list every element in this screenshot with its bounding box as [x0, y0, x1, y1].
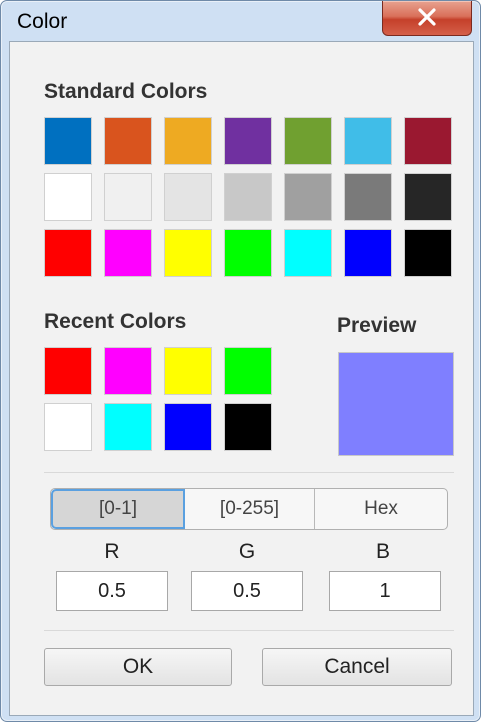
standard-color-swatch[interactable] — [284, 117, 332, 165]
standard-color-swatch[interactable] — [224, 173, 272, 221]
title-bar[interactable]: Color — [1, 1, 480, 41]
blue-label: B — [375, 540, 390, 563]
recent-color-swatch[interactable] — [44, 403, 92, 451]
red-input[interactable] — [56, 571, 168, 611]
standard-color-swatch[interactable] — [404, 173, 452, 221]
red-label: R — [104, 540, 120, 563]
standard-color-swatch[interactable] — [44, 173, 92, 221]
standard-color-swatch[interactable] — [344, 117, 392, 165]
recent-color-swatch[interactable] — [104, 403, 152, 451]
standard-color-swatch[interactable] — [164, 229, 212, 277]
standard-color-swatch[interactable] — [104, 229, 152, 277]
standard-color-swatch[interactable] — [284, 173, 332, 221]
divider — [44, 630, 454, 631]
divider — [44, 472, 454, 473]
standard-colors-title: Standard Colors — [44, 80, 208, 103]
color-dialog: Color Standard Colors Recent Colors Prev… — [0, 0, 481, 722]
close-icon — [418, 8, 436, 26]
standard-color-swatch[interactable] — [164, 117, 212, 165]
standard-color-swatch[interactable] — [104, 173, 152, 221]
green-input[interactable] — [191, 571, 303, 611]
ok-button[interactable]: OK — [44, 648, 232, 686]
dialog-body: Standard Colors Recent Colors Preview [0… — [9, 41, 474, 716]
recent-color-swatch[interactable] — [164, 347, 212, 395]
cancel-button[interactable]: Cancel — [262, 648, 452, 686]
recent-color-swatch[interactable] — [224, 403, 272, 451]
standard-color-swatch[interactable] — [224, 117, 272, 165]
green-label: G — [238, 540, 256, 563]
window-title: Color — [17, 10, 68, 33]
standard-color-swatch[interactable] — [344, 173, 392, 221]
recent-color-swatch[interactable] — [164, 403, 212, 451]
recent-color-swatch[interactable] — [224, 347, 272, 395]
standard-color-swatch[interactable] — [44, 117, 92, 165]
mode-tab-0-1[interactable]: [0-1] — [51, 489, 185, 529]
value-mode-selector[interactable]: [0-1] [0-255] Hex — [50, 488, 448, 530]
standard-color-swatch[interactable] — [404, 117, 452, 165]
standard-color-swatch[interactable] — [284, 229, 332, 277]
recent-color-swatch[interactable] — [104, 347, 152, 395]
preview-title: Preview — [337, 314, 417, 337]
mode-tab-0-255[interactable]: [0-255] — [185, 489, 315, 529]
blue-input[interactable] — [329, 571, 441, 611]
standard-color-swatch[interactable] — [164, 173, 212, 221]
recent-colors-title: Recent Colors — [44, 310, 187, 333]
recent-color-swatch[interactable] — [44, 347, 92, 395]
color-preview — [338, 352, 454, 456]
standard-color-swatch[interactable] — [344, 229, 392, 277]
standard-color-swatch[interactable] — [404, 229, 452, 277]
standard-color-swatch[interactable] — [44, 229, 92, 277]
standard-color-swatch[interactable] — [104, 117, 152, 165]
mode-tab-hex[interactable]: Hex — [315, 489, 447, 529]
close-button[interactable] — [382, 1, 472, 36]
standard-color-swatch[interactable] — [224, 229, 272, 277]
